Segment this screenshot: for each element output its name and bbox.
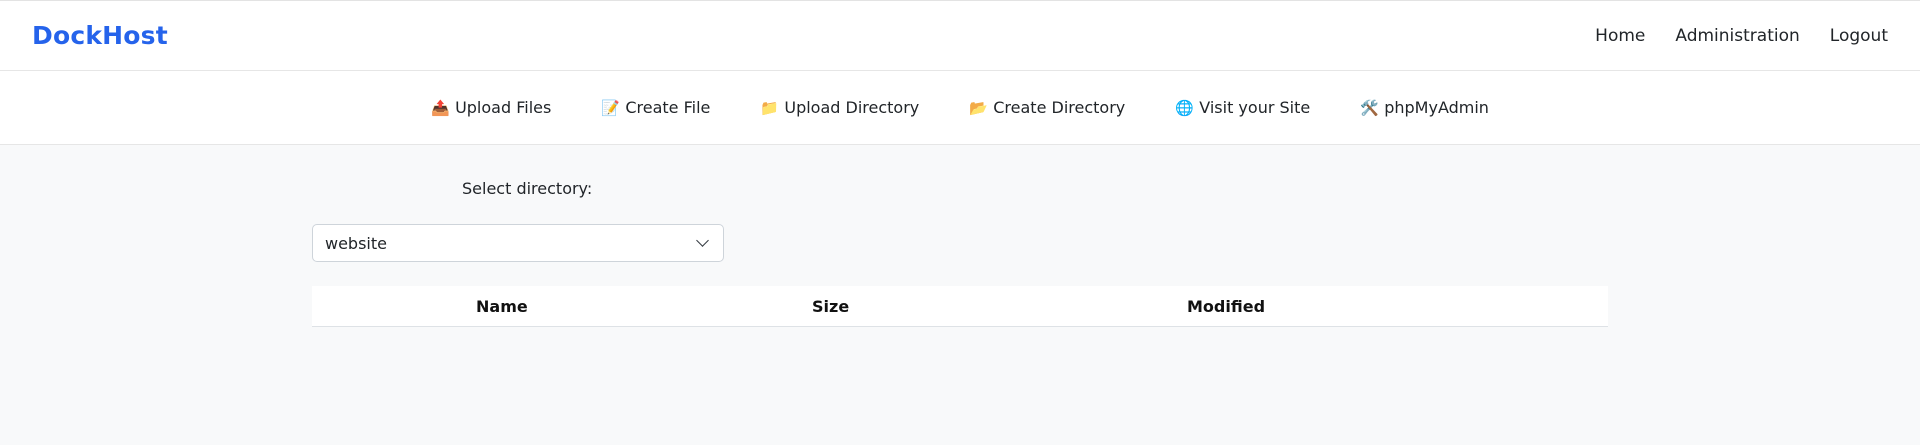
- top-navbar: DockHost Home Administration Logout: [0, 0, 1920, 71]
- column-header-modified[interactable]: Modified: [1187, 286, 1265, 327]
- chevron-down-icon: [696, 234, 709, 247]
- create-file-label: Create File: [625, 98, 711, 117]
- upload-directory-button[interactable]: 📁 Upload Directory: [760, 98, 919, 117]
- column-header-size[interactable]: Size: [812, 286, 849, 327]
- create-file-button[interactable]: 📝 Create File: [601, 98, 710, 117]
- directory-select[interactable]: website: [312, 224, 724, 262]
- main-content: Select directory: website Name Size Modi…: [0, 145, 1920, 444]
- column-header-name[interactable]: Name: [476, 286, 528, 327]
- file-table: Name Size Modified: [312, 286, 1608, 327]
- visit-site-link[interactable]: 🌐 Visit your Site: [1175, 98, 1310, 117]
- upload-files-label: Upload Files: [455, 98, 552, 117]
- nav-logout-link[interactable]: Logout: [1830, 26, 1888, 46]
- tools-icon: 🛠️: [1360, 98, 1379, 117]
- phpmyadmin-link[interactable]: 🛠️ phpMyAdmin: [1360, 98, 1489, 117]
- main-nav: Home Administration Logout: [1595, 26, 1888, 46]
- directory-select-label: Select directory:: [462, 179, 593, 198]
- create-directory-label: Create Directory: [993, 98, 1126, 117]
- brand-logo[interactable]: DockHost: [32, 21, 168, 50]
- upload-directory-label: Upload Directory: [784, 98, 920, 117]
- file-actions-toolbar: 📤 Upload Files 📝 Create File 📁 Upload Di…: [0, 71, 1920, 145]
- memo-icon: 📝: [601, 98, 621, 117]
- folder-icon: 📁: [760, 98, 780, 117]
- directory-select-value: website: [325, 233, 387, 253]
- globe-icon: 🌐: [1175, 98, 1194, 117]
- outbox-tray-icon: 📤: [431, 98, 450, 117]
- nav-home-link[interactable]: Home: [1595, 26, 1645, 46]
- nav-administration-link[interactable]: Administration: [1675, 26, 1799, 46]
- visit-site-label: Visit your Site: [1199, 98, 1311, 117]
- upload-files-button[interactable]: 📤 Upload Files: [431, 98, 551, 117]
- phpmyadmin-label: phpMyAdmin: [1384, 98, 1489, 117]
- create-directory-button[interactable]: 📂 Create Directory: [969, 98, 1125, 117]
- open-folder-icon: 📂: [969, 98, 988, 117]
